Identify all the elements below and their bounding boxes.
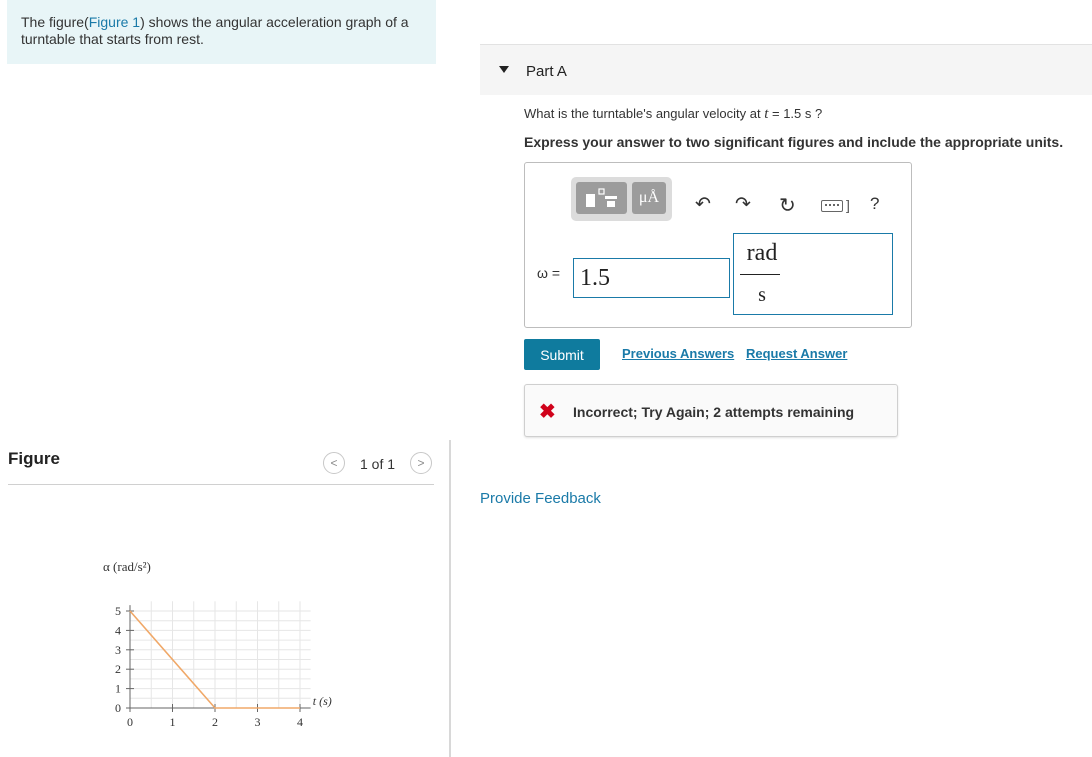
request-answer-link[interactable]: Request Answer bbox=[746, 346, 847, 361]
feedback-message: Incorrect; Try Again; 2 attempts remaini… bbox=[573, 404, 855, 420]
y-tick-label: 5 bbox=[115, 604, 121, 618]
keyboard-icon[interactable] bbox=[821, 200, 843, 212]
x-tick-label: 1 bbox=[170, 715, 176, 729]
previous-answers-link[interactable]: Previous Answers bbox=[622, 346, 734, 361]
x-tick-label: 3 bbox=[255, 715, 261, 729]
part-a-header[interactable]: Part A bbox=[480, 44, 1092, 95]
y-tick-label: 2 bbox=[115, 662, 121, 676]
y-tick-label: 3 bbox=[115, 643, 121, 657]
incorrect-x-icon: ✖ bbox=[539, 401, 556, 423]
y-tick-label: 4 bbox=[115, 623, 121, 637]
help-icon[interactable]: ? bbox=[870, 194, 879, 214]
redo-icon[interactable]: ↷ bbox=[735, 193, 751, 216]
unit-numerator: rad bbox=[746, 240, 778, 266]
figure-divider bbox=[8, 484, 434, 485]
next-figure-button[interactable]: > bbox=[410, 452, 432, 474]
x-axis-label: t (s) bbox=[313, 694, 332, 708]
submit-button[interactable]: Submit bbox=[524, 339, 600, 370]
provide-feedback-link[interactable]: Provide Feedback bbox=[480, 490, 601, 507]
chevron-left-icon: < bbox=[330, 456, 338, 470]
answer-instruction: Express your answer to two significant f… bbox=[524, 134, 1064, 150]
figure-link[interactable]: Figure 1 bbox=[89, 14, 140, 30]
templates-button[interactable] bbox=[576, 182, 627, 214]
x-tick-label: 4 bbox=[297, 715, 303, 729]
keyboard-shortcut-label: ] bbox=[846, 197, 850, 213]
omega-label: ω = bbox=[537, 265, 560, 281]
question-text: What is the turntable's angular velocity… bbox=[524, 106, 822, 123]
x-tick-label: 2 bbox=[212, 715, 218, 729]
answer-units-input[interactable]: rad s bbox=[733, 233, 893, 315]
caret-down-icon bbox=[499, 66, 509, 73]
part-title: Part A bbox=[526, 63, 567, 80]
panel-divider bbox=[449, 440, 451, 757]
units-button[interactable]: μÅ bbox=[632, 182, 666, 214]
unit-denominator: s bbox=[758, 284, 766, 306]
intro-text-prefix: The figure( bbox=[21, 14, 89, 30]
templates-icon bbox=[585, 188, 617, 207]
reset-icon[interactable]: ↻ bbox=[779, 193, 796, 218]
prev-figure-button[interactable]: < bbox=[323, 452, 345, 474]
math-toolbar: μÅ bbox=[571, 177, 672, 221]
question-suffix: = 1.5 s ? bbox=[768, 106, 823, 121]
answer-box: μÅ ↶ ↷ ↻ ] ? ω = 1.5 rad s bbox=[524, 162, 912, 328]
acceleration-chart: 0 1 2 3 4 5 0 1 2 3 4 α (rad/s²) t (s) bbox=[103, 559, 332, 729]
y-tick-label: 0 bbox=[115, 701, 121, 715]
y-tick-label: 1 bbox=[115, 682, 121, 696]
problem-intro: The figure(Figure 1) shows the angular a… bbox=[7, 0, 436, 64]
answer-value-input[interactable]: 1.5 bbox=[573, 258, 730, 298]
units-label: μÅ bbox=[638, 189, 660, 206]
x-tick-label: 0 bbox=[127, 715, 133, 729]
y-axis-label: α (rad/s²) bbox=[103, 559, 151, 574]
question-prefix: What is the turntable's angular velocity… bbox=[524, 106, 765, 121]
chevron-right-icon: > bbox=[417, 456, 425, 470]
fraction-bar bbox=[740, 274, 780, 275]
feedback-box: ✖ Incorrect; Try Again; 2 attempts remai… bbox=[524, 384, 898, 437]
undo-icon[interactable]: ↶ bbox=[695, 193, 711, 216]
figure-title: Figure bbox=[8, 449, 60, 468]
figure-pager: 1 of 1 bbox=[360, 456, 396, 472]
